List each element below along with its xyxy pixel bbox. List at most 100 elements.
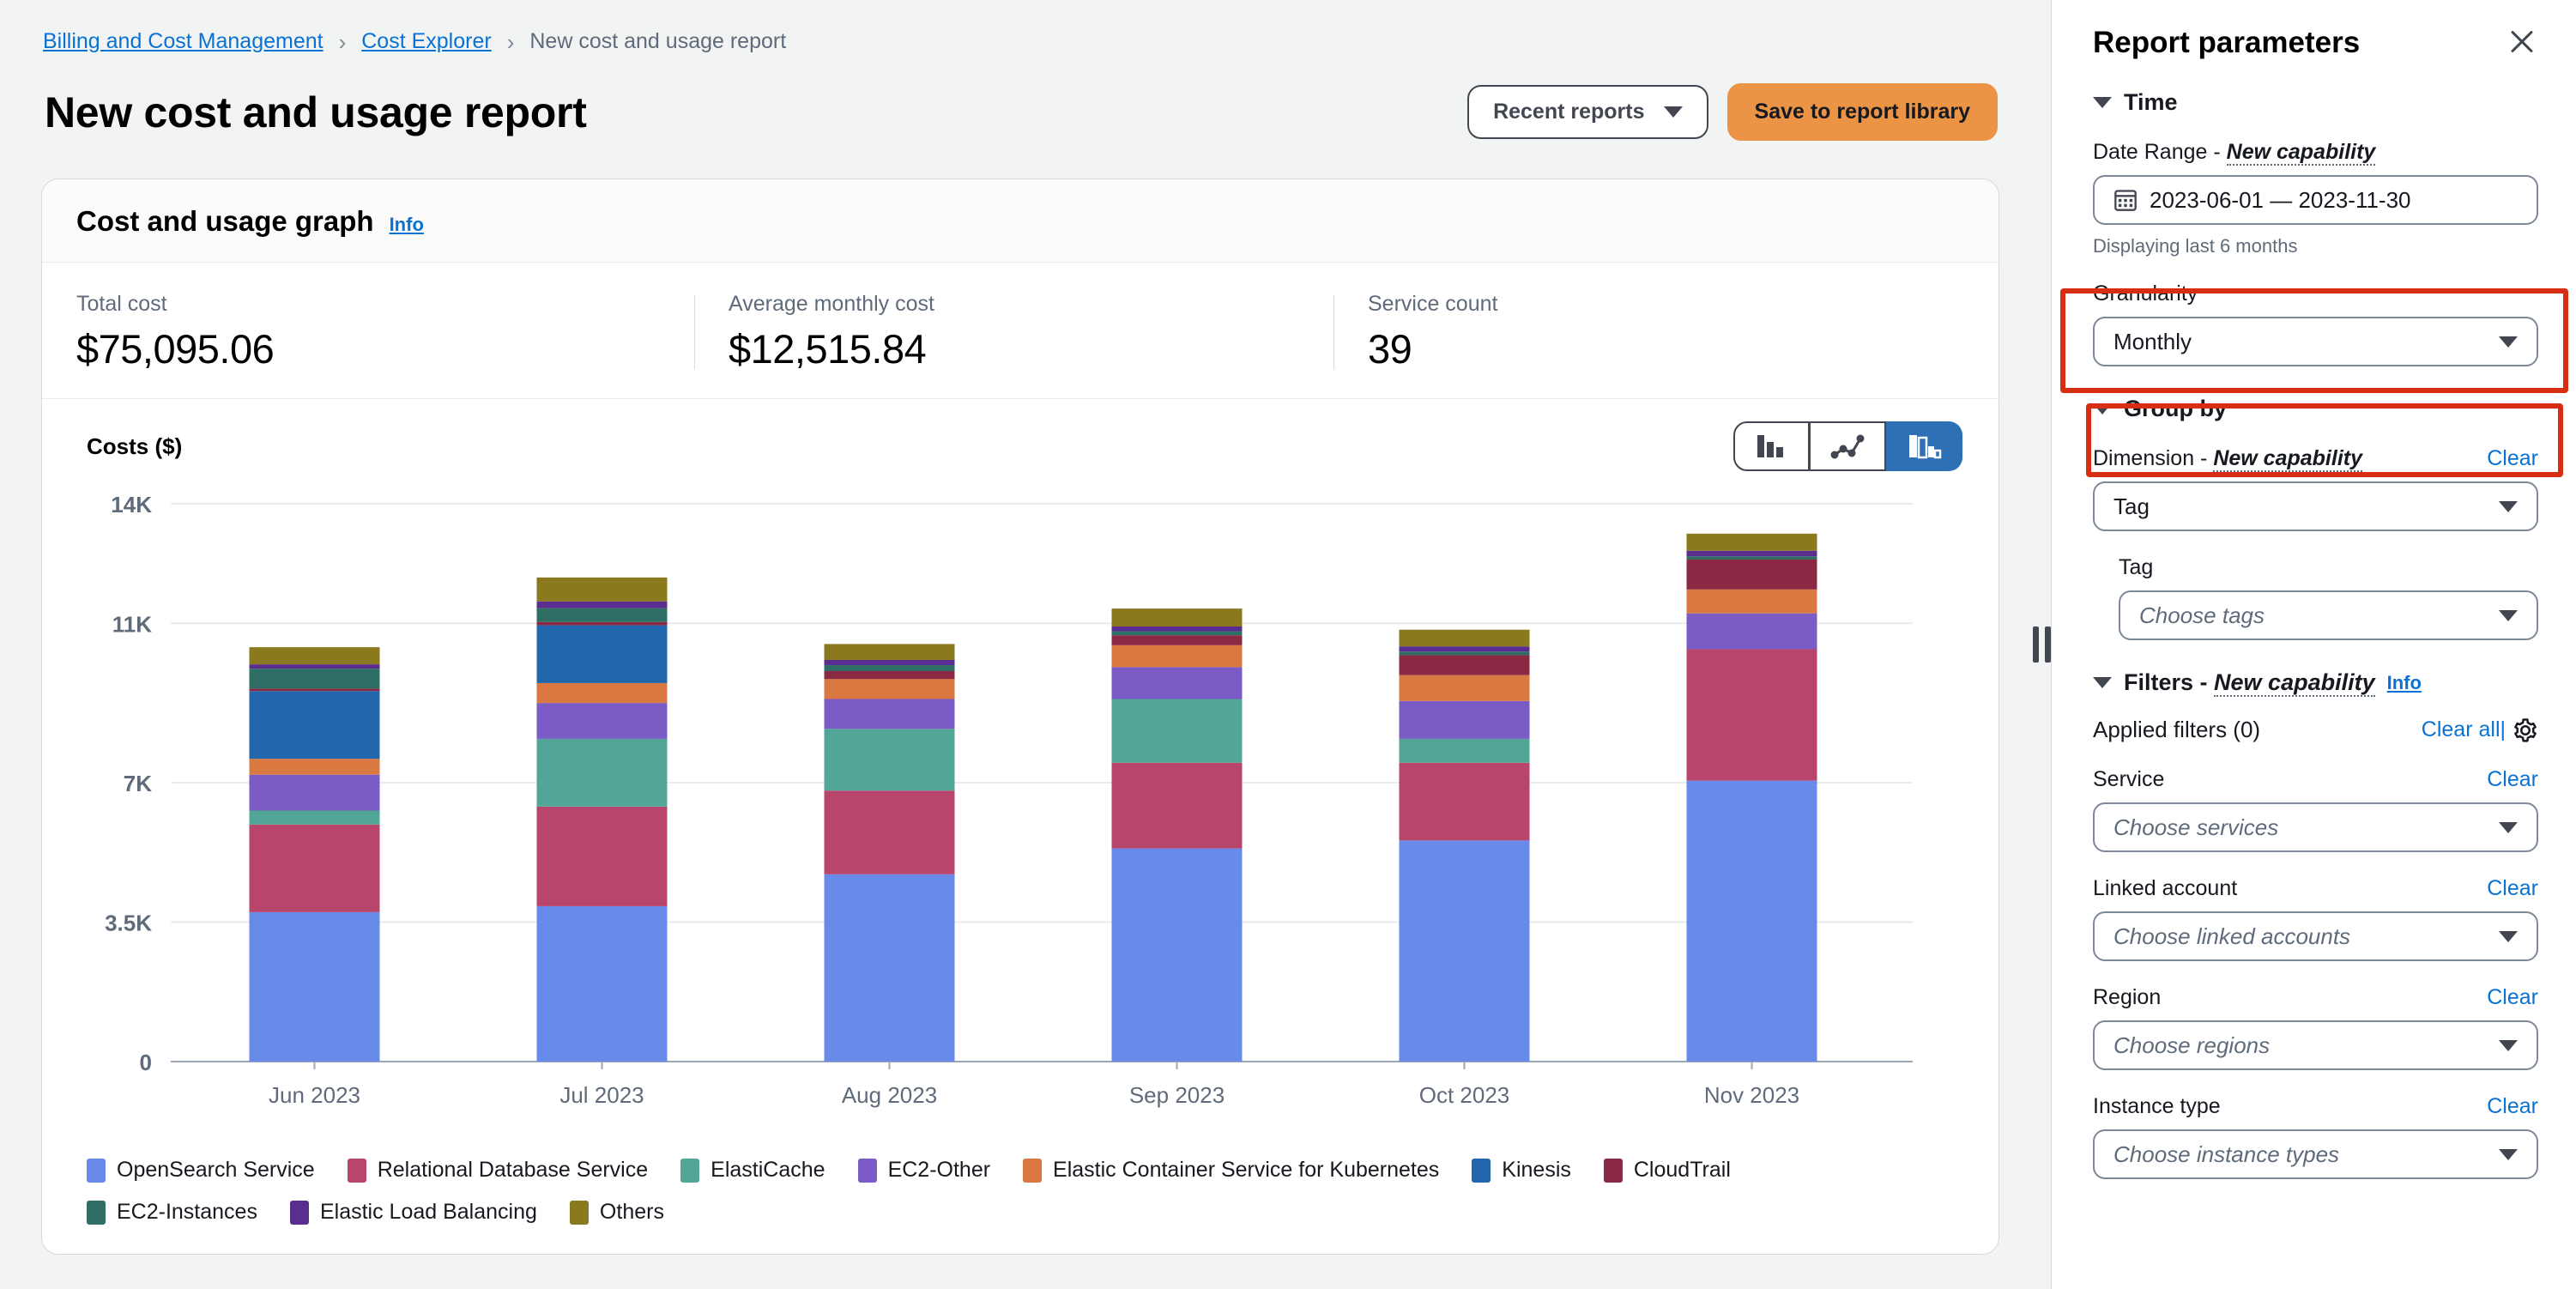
- bar-segment[interactable]: [250, 759, 380, 775]
- stacked-bar-chart-icon-button[interactable]: [1886, 421, 1962, 471]
- clear-all-link[interactable]: Clear all|: [2422, 717, 2506, 742]
- chevron-down-icon[interactable]: [2093, 403, 2112, 415]
- bar-segment[interactable]: [825, 790, 955, 874]
- bar-segment[interactable]: [1687, 556, 1817, 560]
- bar-segment[interactable]: [1687, 551, 1817, 557]
- save-to-report-library-button[interactable]: Save to report library: [1727, 83, 1998, 141]
- bar-segment[interactable]: [825, 699, 955, 729]
- bar-segment[interactable]: [1400, 651, 1530, 655]
- bar-segment[interactable]: [537, 626, 668, 683]
- bar-segment[interactable]: [1112, 632, 1243, 636]
- legend-item[interactable]: EC2-Instances: [87, 1200, 257, 1225]
- filters-info-link[interactable]: Info: [2387, 672, 2422, 694]
- bar-segment[interactable]: [1400, 675, 1530, 701]
- bar-segment[interactable]: [1687, 534, 1817, 551]
- bar-segment[interactable]: [1112, 849, 1243, 1062]
- legend-item[interactable]: EC2-Other: [858, 1158, 990, 1183]
- service-select[interactable]: Choose services: [2093, 802, 2538, 852]
- bar-segment[interactable]: [1400, 646, 1530, 651]
- bar-segment[interactable]: [1400, 739, 1530, 763]
- bar-segment[interactable]: [1687, 649, 1817, 780]
- filter-clear-link[interactable]: Clear: [2487, 1094, 2538, 1119]
- legend-item[interactable]: Elastic Load Balancing: [290, 1200, 537, 1225]
- bar-segment[interactable]: [1112, 626, 1243, 632]
- bar-segment[interactable]: [250, 691, 380, 759]
- region-select[interactable]: Choose regions: [2093, 1020, 2538, 1070]
- bar-segment[interactable]: [250, 688, 380, 691]
- bar-segment[interactable]: [1400, 840, 1530, 1062]
- legend-item[interactable]: Kinesis: [1472, 1158, 1571, 1183]
- gear-icon[interactable]: [2513, 717, 2538, 743]
- card-info-link[interactable]: Info: [390, 214, 424, 236]
- time-section-header[interactable]: Time: [2093, 89, 2538, 116]
- bar-segment[interactable]: [250, 811, 380, 825]
- bar-segment[interactable]: [250, 647, 380, 664]
- line-chart-icon-button[interactable]: [1810, 421, 1886, 471]
- bar-segment[interactable]: [250, 775, 380, 811]
- bar-segment[interactable]: [1400, 701, 1530, 739]
- legend-item[interactable]: Others: [570, 1200, 664, 1225]
- legend-item[interactable]: Relational Database Service: [348, 1158, 648, 1183]
- bar-segment[interactable]: [825, 729, 955, 790]
- legend-item[interactable]: ElastiCache: [680, 1158, 825, 1183]
- bar-segment[interactable]: [825, 874, 955, 1062]
- granularity-select[interactable]: Monthly: [2093, 317, 2538, 366]
- bar-segment[interactable]: [1400, 630, 1530, 647]
- bar-segment[interactable]: [1112, 763, 1243, 849]
- bar-segment[interactable]: [1112, 699, 1243, 763]
- bar-segment[interactable]: [825, 644, 955, 660]
- group-by-section-header[interactable]: Group by: [2093, 396, 2538, 422]
- bar-segment[interactable]: [1687, 560, 1817, 590]
- new-capability-badge[interactable]: New capability: [2213, 446, 2362, 472]
- stacked-bar-chart[interactable]: 03.5K7K11K14KJun 2023Jul 2023Aug 2023Sep…: [42, 488, 1999, 1141]
- bar-segment[interactable]: [537, 622, 668, 626]
- new-capability-badge[interactable]: New capability: [2227, 140, 2376, 166]
- panel-resize-handle[interactable]: [2032, 0, 2051, 1289]
- bar-segment[interactable]: [1400, 655, 1530, 675]
- bar-segment[interactable]: [537, 578, 668, 602]
- close-icon[interactable]: [2506, 26, 2538, 58]
- bar-segment[interactable]: [825, 679, 955, 699]
- bar-segment[interactable]: [1112, 635, 1243, 645]
- bar-segment[interactable]: [537, 602, 668, 608]
- bar-segment[interactable]: [1687, 590, 1817, 614]
- chevron-down-icon[interactable]: [2093, 97, 2112, 108]
- filter-clear-link[interactable]: Clear: [2487, 876, 2538, 901]
- breadcrumb-item-cost-explorer[interactable]: Cost Explorer: [361, 29, 491, 54]
- legend-item[interactable]: Elastic Container Service for Kubernetes: [1023, 1158, 1439, 1183]
- bar-segment[interactable]: [1687, 614, 1817, 650]
- legend-item[interactable]: CloudTrail: [1604, 1158, 1731, 1183]
- bar-segment[interactable]: [537, 906, 668, 1062]
- date-range-input[interactable]: 2023-06-01 — 2023-11-30: [2093, 175, 2538, 225]
- bar-segment[interactable]: [537, 608, 668, 622]
- bar-segment[interactable]: [1687, 781, 1817, 1062]
- bar-segment[interactable]: [537, 703, 668, 739]
- bar-segment[interactable]: [1112, 645, 1243, 668]
- bar-segment[interactable]: [250, 825, 380, 912]
- filter-clear-link[interactable]: Clear: [2487, 985, 2538, 1010]
- bar-chart-icon-button[interactable]: [1733, 421, 1810, 471]
- bar-segment[interactable]: [250, 912, 380, 1062]
- bar-segment[interactable]: [250, 669, 380, 688]
- bar-segment[interactable]: [825, 660, 955, 665]
- dimension-select[interactable]: Tag: [2093, 481, 2538, 531]
- instance-type-select[interactable]: Choose instance types: [2093, 1129, 2538, 1179]
- dimension-clear-link[interactable]: Clear: [2487, 446, 2538, 471]
- bar-segment[interactable]: [537, 807, 668, 906]
- new-capability-badge[interactable]: New capability: [2214, 669, 2375, 697]
- recent-reports-button[interactable]: Recent reports: [1467, 85, 1708, 139]
- legend-item[interactable]: OpenSearch Service: [87, 1158, 315, 1183]
- bar-segment[interactable]: [250, 664, 380, 669]
- bar-segment[interactable]: [537, 683, 668, 703]
- bar-segment[interactable]: [537, 739, 668, 807]
- chevron-down-icon[interactable]: [2093, 677, 2112, 688]
- bar-segment[interactable]: [1112, 608, 1243, 626]
- linked-account-select[interactable]: Choose linked accounts: [2093, 911, 2538, 961]
- bar-segment[interactable]: [825, 671, 955, 679]
- bar-segment[interactable]: [1400, 763, 1530, 841]
- tag-select[interactable]: Choose tags: [2119, 590, 2538, 640]
- bar-segment[interactable]: [1112, 667, 1243, 699]
- filter-clear-link[interactable]: Clear: [2487, 767, 2538, 792]
- breadcrumb-item-billing[interactable]: Billing and Cost Management: [43, 29, 324, 54]
- filters-section-header[interactable]: Filters - New capability Info: [2093, 669, 2538, 696]
